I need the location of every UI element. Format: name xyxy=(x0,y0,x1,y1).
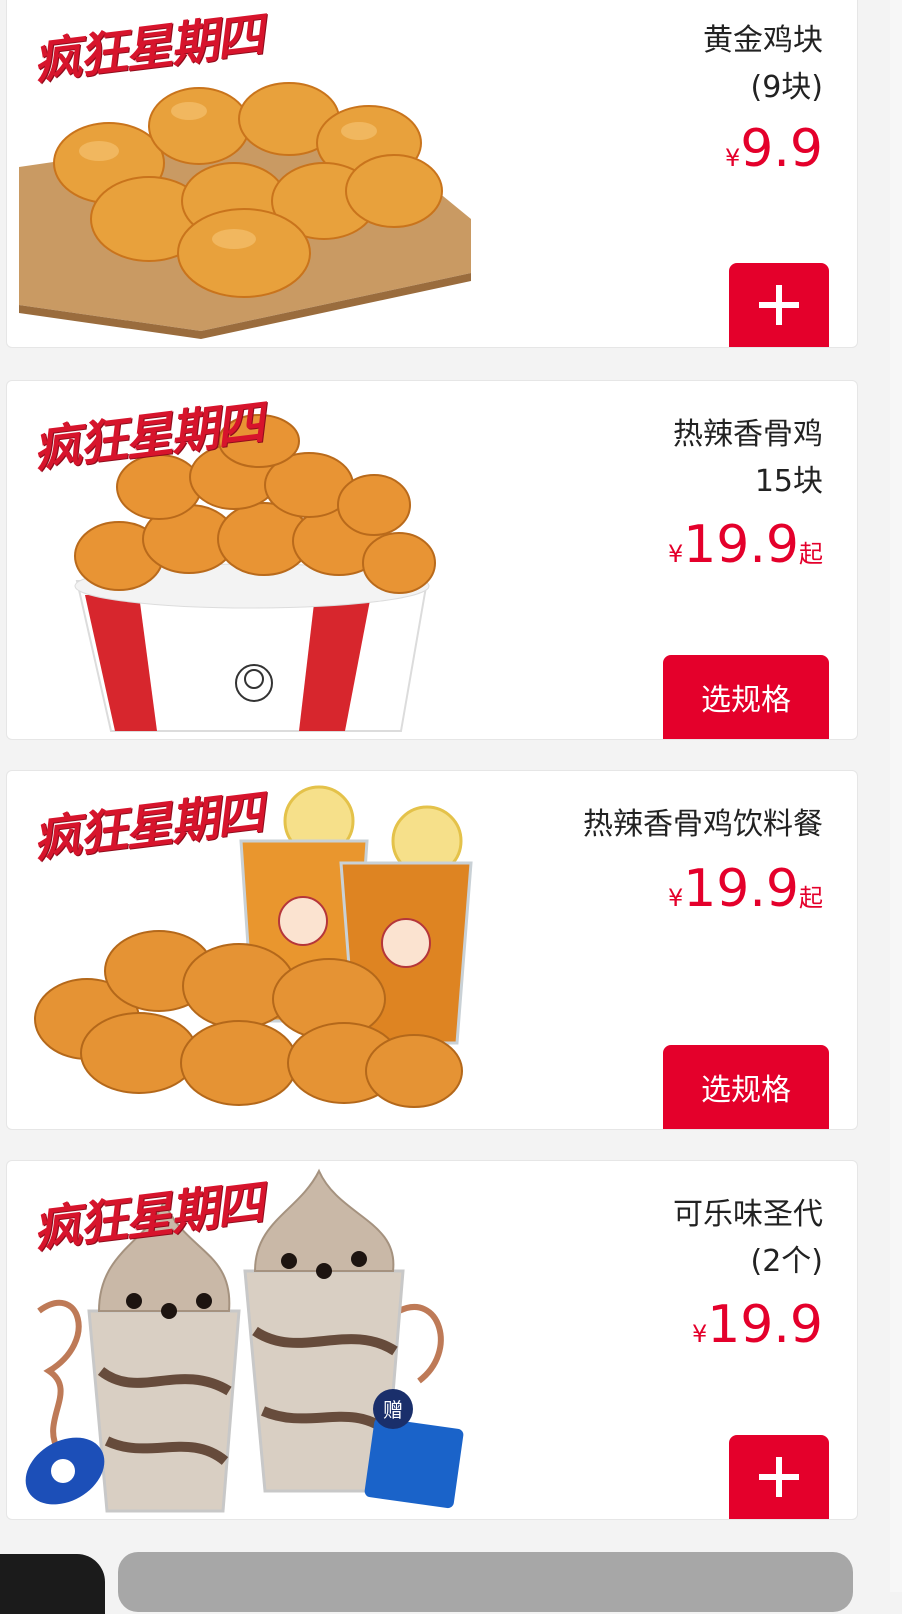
currency-symbol: ¥ xyxy=(725,144,741,172)
price-value: 19.9 xyxy=(683,859,799,919)
currency-symbol: ¥ xyxy=(667,884,684,912)
product-name: 可乐味圣代 (2个) xyxy=(673,1191,823,1285)
plus-icon xyxy=(759,285,799,325)
price-value: 9.9 xyxy=(740,119,823,179)
product-name-line1: 可乐味圣代 xyxy=(673,1197,823,1232)
product-name: 热辣香骨鸡饮料餐 xyxy=(583,801,823,848)
product-price: ¥19.9起 xyxy=(668,859,823,919)
product-card-golden-nuggets[interactable]: 疯狂星期四 黄金鸡块 (9块) ¥9.9 xyxy=(6,0,858,348)
product-name-line1: 热辣香骨鸡 xyxy=(673,417,823,452)
checkout-bar[interactable] xyxy=(118,1552,853,1612)
product-image-bucket[interactable]: 疯狂星期四 xyxy=(19,381,479,739)
price-value: 19.9 xyxy=(707,1295,823,1355)
product-image-chicken-drink[interactable]: 疯狂星期四 xyxy=(19,771,479,1129)
add-to-cart-button[interactable] xyxy=(729,263,829,347)
product-name-line2: (2个) xyxy=(750,1244,824,1279)
price-value: 19.9 xyxy=(683,515,799,575)
select-spec-button[interactable]: 选规格 xyxy=(663,1045,829,1129)
product-name-line1: 黄金鸡块 xyxy=(703,23,823,58)
product-price: ¥9.9 xyxy=(725,119,823,179)
product-price: ¥19.9 xyxy=(692,1295,823,1355)
gift-badge-text: 赠 xyxy=(383,1398,403,1422)
cart-button[interactable] xyxy=(0,1554,105,1614)
currency-symbol: ¥ xyxy=(667,540,684,568)
currency-symbol: ¥ xyxy=(691,1320,708,1348)
product-name: 黄金鸡块 (9块) xyxy=(703,17,823,111)
product-name-line1: 热辣香骨鸡饮料餐 xyxy=(583,807,823,842)
product-card-cola-sundae[interactable]: 赠 疯狂星期四 可乐味圣代 (2个) ¥19.9 xyxy=(6,1160,858,1520)
product-image-nuggets[interactable]: 疯狂星期四 xyxy=(19,0,479,347)
product-image-sundae[interactable]: 赠 疯狂星期四 xyxy=(19,1161,479,1519)
product-card-spicy-chicken-drink-meal[interactable]: 疯狂星期四 热辣香骨鸡饮料餐 ¥19.9起 选规格 xyxy=(6,770,858,1130)
product-name-line2: 15块 xyxy=(754,464,823,499)
select-spec-button[interactable]: 选规格 xyxy=(663,655,829,739)
plus-icon xyxy=(759,1457,799,1497)
scrollbar-track xyxy=(890,0,902,1592)
price-suffix: 起 xyxy=(799,884,823,912)
price-suffix: 起 xyxy=(799,540,823,568)
product-price: ¥19.9起 xyxy=(668,515,823,575)
add-to-cart-button[interactable] xyxy=(729,1435,829,1519)
product-name: 热辣香骨鸡 15块 xyxy=(673,411,823,505)
product-name-line2: (9块) xyxy=(750,70,824,105)
product-card-spicy-chicken-15[interactable]: 疯狂星期四 热辣香骨鸡 15块 ¥19.9起 选规格 xyxy=(6,380,858,740)
